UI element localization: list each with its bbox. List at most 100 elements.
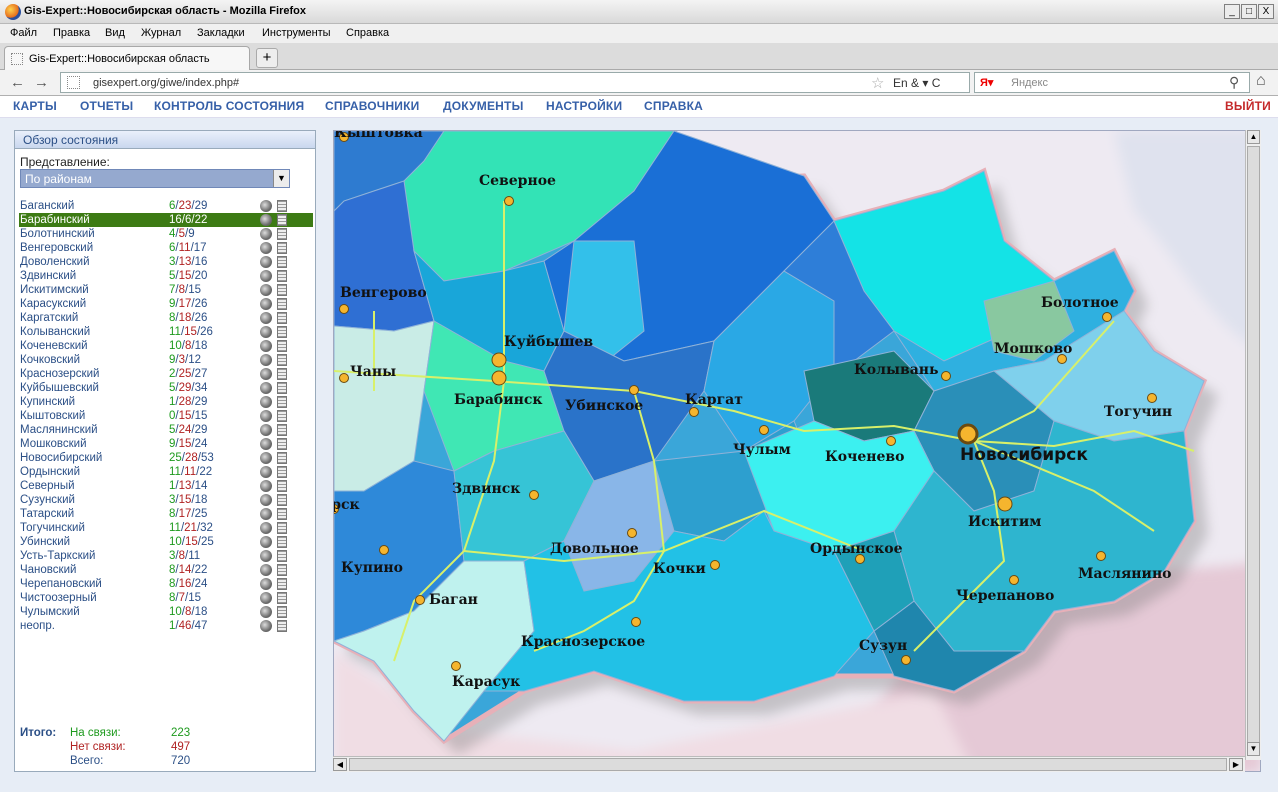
refresh-icon[interactable] [260,382,272,394]
report-icon[interactable] [277,242,287,254]
district-row[interactable]: Убинский 10/15/25 [19,535,313,549]
district-row[interactable]: Усть-Таркский 3/8/11 [19,549,313,563]
district-name[interactable]: Северный [20,479,75,493]
city-dot[interactable] [886,436,896,446]
refresh-icon[interactable] [260,536,272,548]
report-icon[interactable] [277,592,287,604]
district-row[interactable]: Каргатский 8/18/26 [19,311,313,325]
refresh-icon[interactable] [260,200,272,212]
nav-help[interactable]: СПРАВКА [644,99,703,113]
district-name[interactable]: Новосибирский [20,451,102,465]
district-name[interactable]: Каргатский [20,311,78,325]
refresh-icon[interactable] [260,466,272,478]
city-dot[interactable] [689,407,699,417]
district-row[interactable]: Сузунский 3/15/18 [19,493,313,507]
district-name[interactable]: Кочковский [20,353,80,367]
district-name[interactable]: Колыванский [20,325,90,339]
nav-settings[interactable]: НАСТРОЙКИ [546,99,622,113]
city-dot[interactable] [710,560,720,570]
scroll-thumb[interactable] [349,758,1227,771]
district-row[interactable]: Барабинский 16/6/22 [19,213,313,227]
refresh-icon[interactable] [260,438,272,450]
report-icon[interactable] [277,452,287,464]
nav-status-control[interactable]: КОНТРОЛЬ СОСТОЯНИЯ [154,99,304,113]
district-name[interactable]: Болотнинский [20,227,95,241]
address-bar[interactable]: gisexpert.org/giwe/index.php# ☆ En & ▾ C [60,72,970,93]
city-dot[interactable] [957,423,979,445]
district-row[interactable]: Доволенский 3/13/16 [19,255,313,269]
search-engine-icon[interactable]: Я▾ [980,76,993,89]
report-icon[interactable] [277,312,287,324]
district-row[interactable]: Кыштовский 0/15/15 [19,409,313,423]
report-icon[interactable] [277,368,287,380]
district-name[interactable]: Купинский [20,395,75,409]
district-row[interactable]: Чулымский 10/8/18 [19,605,313,619]
report-icon[interactable] [277,508,287,520]
menu-bookmarks[interactable]: Закладки [197,27,245,39]
report-icon[interactable] [277,522,287,534]
city-dot[interactable] [504,196,514,206]
search-icon[interactable]: ⚲ [1229,74,1239,91]
district-name[interactable]: Убинский [20,535,70,549]
refresh-icon[interactable] [260,578,272,590]
district-name[interactable]: Здвинский [20,269,76,283]
report-icon[interactable] [277,550,287,562]
menu-file[interactable]: Файл [10,27,37,39]
district-row[interactable]: Новосибирский 25/28/53 [19,451,313,465]
district-row[interactable]: Купинский 1/28/29 [19,395,313,409]
district-row[interactable]: Искитимский 7/8/15 [19,283,313,297]
refresh-icon[interactable] [260,368,272,380]
map-vertical-scrollbar[interactable]: ▲ ▼ [1245,130,1261,760]
district-row[interactable]: Краснозерский 2/25/27 [19,367,313,381]
logout-link[interactable]: ВЫЙТИ [1225,99,1271,113]
district-name[interactable]: Венгеровский [20,241,93,255]
refresh-icon[interactable] [260,606,272,618]
refresh-icon[interactable] [260,326,272,338]
city-marker[interactable]: Татарск [334,497,360,514]
city-dot[interactable] [339,373,349,383]
refresh-icon[interactable] [260,256,272,268]
city-dot[interactable] [759,425,769,435]
close-button[interactable]: X [1258,4,1274,19]
menu-help[interactable]: Справка [346,27,389,39]
region-map[interactable]: Кыштовка Северное Венгерово Куйбышев Чаны Бар… [333,130,1261,772]
report-icon[interactable] [277,326,287,338]
district-name[interactable]: Кыштовский [20,409,85,423]
district-name[interactable]: Коченевский [20,339,88,353]
city-dot[interactable] [1009,575,1019,585]
report-icon[interactable] [277,424,287,436]
district-name[interactable]: Куйбышевский [20,381,99,395]
report-icon[interactable] [277,396,287,408]
bookmark-star-icon[interactable]: ☆ [871,74,884,92]
back-button[interactable]: ← [10,74,25,91]
city-dot[interactable] [451,661,461,671]
refresh-icon[interactable] [260,242,272,254]
site-identity-icon[interactable] [67,76,80,89]
report-icon[interactable] [277,466,287,478]
city-dot[interactable] [1147,393,1157,403]
report-icon[interactable] [277,564,287,576]
city-dot[interactable] [491,370,507,386]
district-row[interactable]: Венгеровский 6/11/17 [19,241,313,255]
city-dot[interactable] [339,304,349,314]
district-name[interactable]: Чулымский [20,605,80,619]
refresh-icon[interactable] [260,494,272,506]
refresh-icon[interactable] [260,284,272,296]
report-icon[interactable] [277,340,287,352]
district-row[interactable]: Кочковский 9/3/12 [19,353,313,367]
district-name[interactable]: неопр. [20,619,55,633]
search-box[interactable]: Я▾ Яндекс ⚲ [974,72,1250,93]
browser-tab[interactable]: Gis-Expert::Новосибирская область [4,46,250,71]
refresh-icon[interactable] [260,522,272,534]
district-name[interactable]: Ордынский [20,465,80,479]
report-icon[interactable] [277,228,287,240]
refresh-icon[interactable] [260,340,272,352]
district-row[interactable]: Ордынский 11/11/22 [19,465,313,479]
refresh-icon[interactable] [260,410,272,422]
district-row[interactable]: Колыванский 11/15/26 [19,325,313,339]
district-row[interactable]: Здвинский 5/15/20 [19,269,313,283]
city-dot[interactable] [627,528,637,538]
report-icon[interactable] [277,578,287,590]
map-horizontal-scrollbar[interactable]: ◀ ▶ [333,756,1245,772]
report-icon[interactable] [277,200,287,212]
